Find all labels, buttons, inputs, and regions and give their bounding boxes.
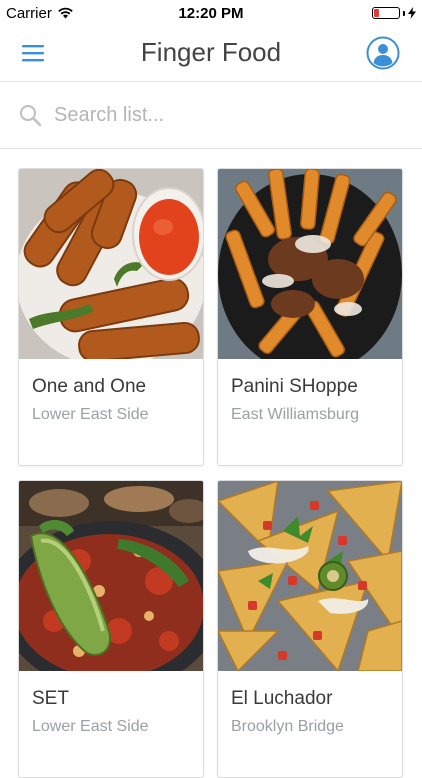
search-input[interactable] [54,100,394,130]
status-right [372,7,422,19]
food-photo-mozzarella-sticks [19,169,203,359]
wifi-icon [58,7,73,19]
restaurant-neighborhood: Brooklyn Bridge [231,718,344,735]
restaurant-neighborhood: Lower East Side [32,718,149,735]
food-photo-avocado-plate [19,481,203,671]
carrier-label: Carrier [6,4,52,22]
status-left: Carrier [0,5,74,22]
charging-bolt-icon [408,7,416,19]
status-bar: Carrier 12:20 PM [0,0,422,26]
page-title: Finger Food [140,37,282,67]
battery-level [374,9,379,17]
food-photo-nachos [218,481,402,671]
food-photo-loaded-fries [218,169,402,359]
restaurant-neighborhood: East Williamsburg [231,406,360,423]
battery-icon [372,7,400,19]
restaurant-name: One and One [32,376,147,397]
search-icon [19,104,42,127]
restaurant-card[interactable]: One and One Lower East Side [18,168,204,466]
restaurant-name: SET [32,688,69,709]
search-bar [0,82,422,149]
user-profile-icon [366,36,400,70]
restaurant-card[interactable]: Panini SHoppe East Williamsburg [217,168,403,466]
restaurant-name: Panini SHoppe [231,376,358,397]
restaurant-card[interactable]: El Luchador Brooklyn Bridge [217,480,403,778]
restaurant-name: El Luchador [231,688,333,709]
restaurant-card[interactable]: SET Lower East Side [18,480,204,778]
battery-tip [403,10,405,16]
navigation-bar: Finger Food [0,26,422,82]
restaurant-neighborhood: Lower East Side [32,406,149,423]
profile-button[interactable] [366,36,400,70]
restaurant-grid: One and One Lower East Side Panini SHopp… [18,168,404,778]
